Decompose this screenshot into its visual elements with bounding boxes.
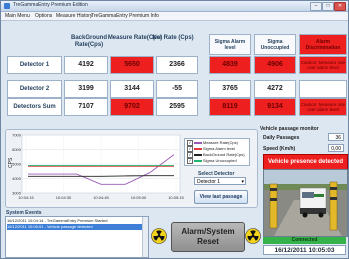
speed-label: Speed (Km/h): [263, 146, 296, 152]
x-tick-label: 10:05:15: [168, 195, 184, 200]
vehicle-presence-indicator: Vehicle presence detected: [263, 154, 348, 170]
vehicle-monitor-title: Vehicle passage monitor: [260, 126, 319, 132]
datetime-display: 16/12/2011 10:05:03: [263, 245, 346, 255]
detector1-measure: 5650: [110, 56, 154, 74]
window-title: TreGammaEntry Premium Edition: [13, 2, 88, 8]
detector1-discrimination: Caution: Measure rate over alarm level: [299, 56, 347, 74]
detector2-sigma-unoccupied: 4272: [254, 80, 296, 98]
menu-premium-info[interactable]: TreGammaEntry Premium Info: [91, 13, 159, 19]
camera-photo: [264, 170, 347, 236]
radiation-icon: [245, 228, 261, 244]
detector2-sigma-alarm: 3765: [209, 80, 251, 98]
sum-discrimination-text: Caution: Measure rate over alarm level: [300, 102, 346, 112]
row-label-detector-1: Detector 1: [7, 56, 62, 74]
legend-label: Measure Rate(Cps): [203, 140, 238, 146]
title-bar: TreGammaEntry Premium Edition – □ ✕: [1, 1, 348, 12]
events-scrollbar[interactable]: [142, 217, 148, 257]
alarm-system-reset-button[interactable]: Alarm/System Reset: [171, 222, 245, 252]
sum-measure: 9702: [110, 98, 154, 116]
legend-label: Sigma Alarm level: [203, 146, 236, 152]
y-tick-label: 6000: [12, 147, 22, 152]
menu-options[interactable]: Options: [35, 13, 52, 19]
col-sigma-alarm: Sigma Alarm level: [209, 34, 251, 55]
system-events-list[interactable]: 16/12/2011 10:04:14 - TreGammaEntry Prem…: [5, 216, 149, 258]
detector1-sigma-alarm: 4839: [209, 56, 251, 74]
sum-discrimination: Caution: Measure rate over alarm level: [299, 98, 347, 116]
col-sigma-unoccupied: Sigma Unoccupied: [254, 34, 296, 55]
detector-select[interactable]: Detector 1 ▾: [194, 177, 246, 185]
chart-legend: ✓ Measure Rate(Cps) ✓ Sigma Alarm level ✓ B…: [184, 138, 250, 166]
sum-net: 2595: [156, 98, 198, 116]
radiation-icon: [151, 228, 167, 244]
sum-background: 7107: [64, 98, 108, 116]
legend-swatch: [194, 154, 202, 156]
detector2-background: 3199: [64, 80, 108, 98]
row-label-detector-2: Detector 2: [7, 80, 62, 98]
legend-swatch: [194, 142, 202, 144]
y-tick-label: 7000: [12, 133, 22, 138]
menu-main[interactable]: Main Menu: [5, 13, 30, 19]
y-tick-label: 4000: [12, 176, 22, 181]
daily-passages-value: 36: [328, 133, 344, 141]
x-tick-label: 10:05:00: [131, 195, 147, 200]
legend-label: Sigma Unoccupied: [203, 158, 237, 164]
detector1-discrimination-text: Caution: Measure rate over alarm level: [300, 60, 346, 70]
maximize-button[interactable]: □: [322, 2, 334, 11]
detector1-sigma-unoccupied: 4906: [254, 56, 296, 74]
vehicle-camera-image: [263, 169, 348, 237]
app-window: TreGammaEntry Premium Edition – □ ✕ Main…: [0, 0, 349, 259]
speed-value: 0,00: [328, 144, 344, 152]
minimize-button[interactable]: –: [310, 2, 322, 11]
view-last-passage-button[interactable]: View last passage: [194, 190, 248, 204]
sum-sigma-unoccupied: 9134: [254, 98, 296, 116]
x-tick-label: 10:04:30: [56, 195, 72, 200]
detector-select-value: Detector 1: [197, 179, 221, 185]
menu-measure-history[interactable]: Measure History: [56, 13, 92, 19]
daily-passages-label: Daily Passages: [263, 135, 300, 141]
connection-status: Connected: [263, 237, 346, 244]
legend-label: BackGround Rate(Cps): [203, 152, 245, 158]
menu-bar: Main Menu Options Measure History TreGam…: [1, 12, 348, 21]
x-tick-label: 10:04:45: [93, 195, 109, 200]
legend-item-unoccupied[interactable]: ✓ Sigma Unoccupied: [187, 158, 237, 164]
event-item[interactable]: 16/12/2011 10:05:01 - Vehicle passage de…: [7, 224, 147, 230]
sum-sigma-alarm: 8119: [209, 98, 251, 116]
detector2-measure: 3144: [110, 80, 154, 98]
detector1-background: 4192: [64, 56, 108, 74]
x-tick-label: 10:04:15: [18, 195, 34, 200]
legend-swatch: [194, 148, 202, 150]
legend-checkbox[interactable]: ✓: [187, 158, 193, 164]
detector1-net: 2366: [156, 56, 198, 74]
row-label-detectors-sum: Detectors Sum: [7, 98, 62, 116]
col-alarm-discrimination: Alarm Discrimination: [299, 34, 347, 55]
app-icon: [4, 3, 10, 9]
legend-swatch: [194, 160, 202, 162]
detector2-net: -55: [156, 80, 198, 98]
detector2-discrimination: [299, 80, 347, 98]
close-button[interactable]: ✕: [334, 2, 346, 11]
chart-ylabel: CPS: [8, 157, 14, 168]
col-net-rate: Net Rate (Cps): [152, 35, 194, 41]
chevron-down-icon: ▾: [241, 179, 244, 185]
